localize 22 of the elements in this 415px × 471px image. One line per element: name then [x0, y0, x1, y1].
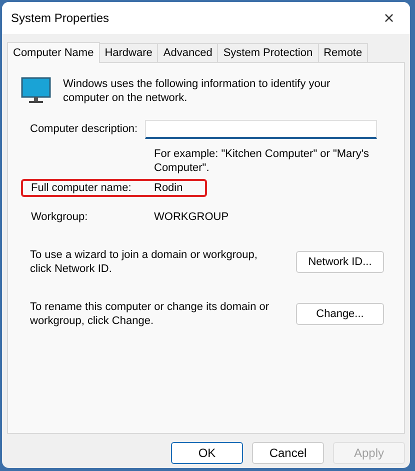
intro-text: Windows uses the following information to identify your computer on the network. — [63, 77, 332, 105]
field-label: Computer description: — [29, 122, 139, 138]
dialog-button[interactable]: Cancel — [252, 442, 324, 464]
monitor-icon — [21, 77, 51, 105]
tab[interactable]: System Protection — [218, 43, 319, 62]
tab[interactable]: Advanced — [158, 43, 218, 62]
hint-text: For example: "Kitchen Computer" or "Mary's Computer". — [154, 147, 369, 175]
info-label: Workgroup: — [31, 210, 89, 225]
info-value: WORKGROUP — [154, 210, 229, 225]
action-button[interactable]: Network ID... — [296, 251, 384, 273]
info-label: Full computer name: — [31, 180, 132, 196]
instruction-text: To use a wizard to join a domain or workgroup, click Network ID. — [30, 248, 258, 276]
tab[interactable]: Computer Name — [7, 42, 100, 63]
action-button[interactable]: Change... — [296, 303, 384, 325]
window-title: System Properties — [11, 10, 110, 27]
tab[interactable]: Remote — [318, 43, 368, 62]
close-button[interactable]: × — [374, 6, 404, 30]
dialog-button[interactable]: OK — [171, 442, 243, 464]
description-field[interactable] — [145, 120, 377, 139]
tab[interactable]: Hardware — [100, 43, 158, 62]
instruction-text: To rename this computer or change its domain or workgroup, click Change. — [30, 300, 270, 328]
info-value: Rodin — [154, 180, 183, 196]
